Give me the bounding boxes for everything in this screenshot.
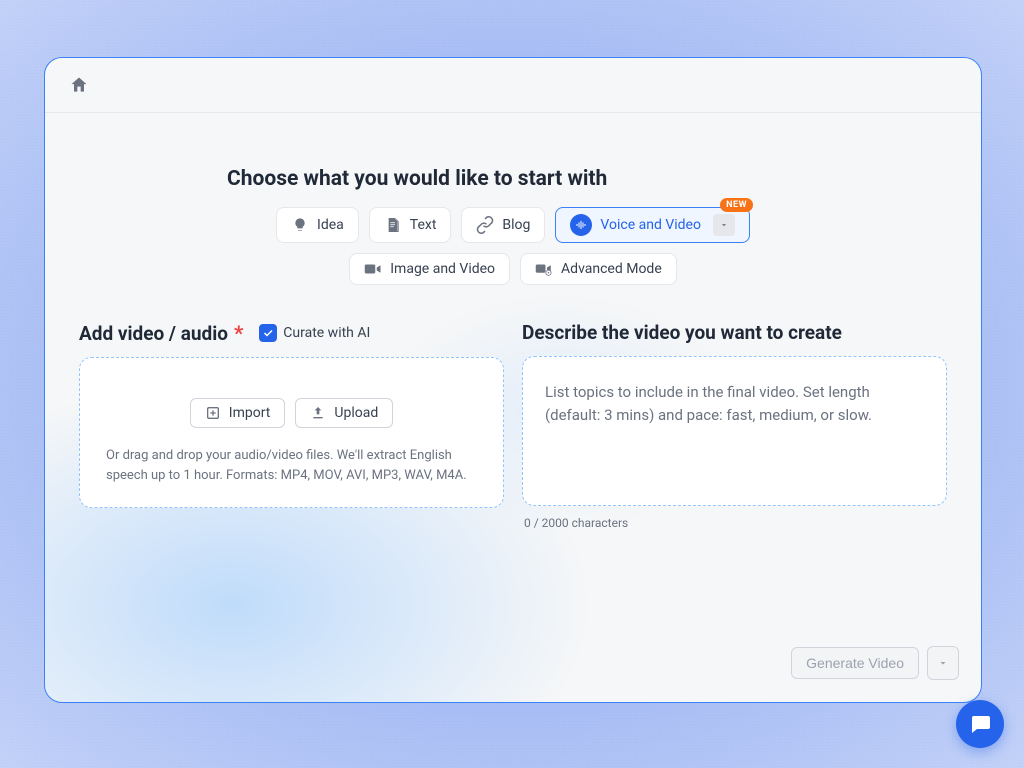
upload-icon: [310, 405, 326, 421]
title-text: Add video / audio: [79, 322, 228, 345]
chat-launcher[interactable]: [956, 700, 1004, 748]
import-icon: [205, 405, 221, 421]
curate-label: Curate with AI: [283, 325, 370, 341]
tab-label: Image and Video: [390, 261, 495, 277]
tab-image-and-video[interactable]: Image and Video: [349, 253, 510, 285]
camera-icon: [364, 260, 382, 278]
left-column: Add video / audio * Curate with AI: [79, 321, 504, 530]
tab-idea[interactable]: Idea: [276, 207, 359, 243]
new-badge: NEW: [720, 198, 753, 212]
import-label: Import: [229, 405, 271, 421]
add-media-title: Add video / audio * Curate with AI: [79, 321, 504, 345]
chat-icon: [968, 712, 992, 736]
footer-actions: Generate Video: [791, 646, 959, 680]
tab-label: Text: [410, 217, 437, 233]
top-bar: [45, 58, 981, 113]
tab-voice-and-video[interactable]: Voice and Video NEW: [555, 207, 750, 243]
curate-with-ai-option[interactable]: Curate with AI: [259, 324, 370, 342]
title-text: Describe the video you want to create: [522, 321, 842, 344]
camera-gear-icon: [535, 260, 553, 278]
start-tabs: Idea Text Blog Voice and Video: [203, 207, 823, 285]
right-column: Describe the video you want to create Li…: [522, 321, 947, 530]
describe-placeholder: List topics to include in the final vide…: [545, 381, 924, 428]
upload-actions: Import Upload: [106, 398, 477, 428]
tab-text[interactable]: Text: [369, 207, 452, 243]
chevron-down-icon: [719, 220, 729, 230]
content-area: Choose what you would like to start with…: [45, 113, 981, 530]
choose-heading: Choose what you would like to start with: [227, 167, 947, 191]
generate-dropdown-trigger[interactable]: [927, 646, 959, 680]
import-button[interactable]: Import: [190, 398, 286, 428]
chevron-down-icon: [937, 657, 949, 669]
tab-label: Advanced Mode: [561, 261, 662, 277]
curate-checkbox[interactable]: [259, 324, 277, 342]
required-star-icon: *: [234, 321, 243, 345]
tab-label: Idea: [317, 217, 344, 233]
link-icon: [476, 216, 494, 234]
char-count: 0 / 2000 characters: [524, 516, 947, 530]
upload-hint: Or drag and drop your audio/video files.…: [106, 446, 477, 485]
upload-dropzone[interactable]: Import Upload Or drag and drop your audi…: [79, 357, 504, 508]
tab-label: Voice and Video: [600, 217, 701, 233]
lightbulb-icon: [291, 216, 309, 234]
generate-video-button[interactable]: Generate Video: [791, 647, 919, 679]
tab-dropdown-trigger[interactable]: [713, 214, 735, 236]
tab-advanced-mode[interactable]: Advanced Mode: [520, 253, 677, 285]
tab-label: Blog: [502, 217, 530, 233]
describe-textarea[interactable]: List topics to include in the final vide…: [522, 356, 947, 506]
upload-button[interactable]: Upload: [295, 398, 393, 428]
voice-icon: [570, 214, 592, 236]
two-column-layout: Add video / audio * Curate with AI: [79, 321, 947, 530]
home-icon: [69, 75, 89, 95]
app-window: Choose what you would like to start with…: [44, 57, 982, 703]
document-icon: [384, 216, 402, 234]
tab-blog[interactable]: Blog: [461, 207, 545, 243]
describe-title: Describe the video you want to create: [522, 321, 947, 344]
check-icon: [262, 327, 274, 339]
upload-label: Upload: [334, 405, 378, 421]
home-button[interactable]: [65, 71, 93, 99]
